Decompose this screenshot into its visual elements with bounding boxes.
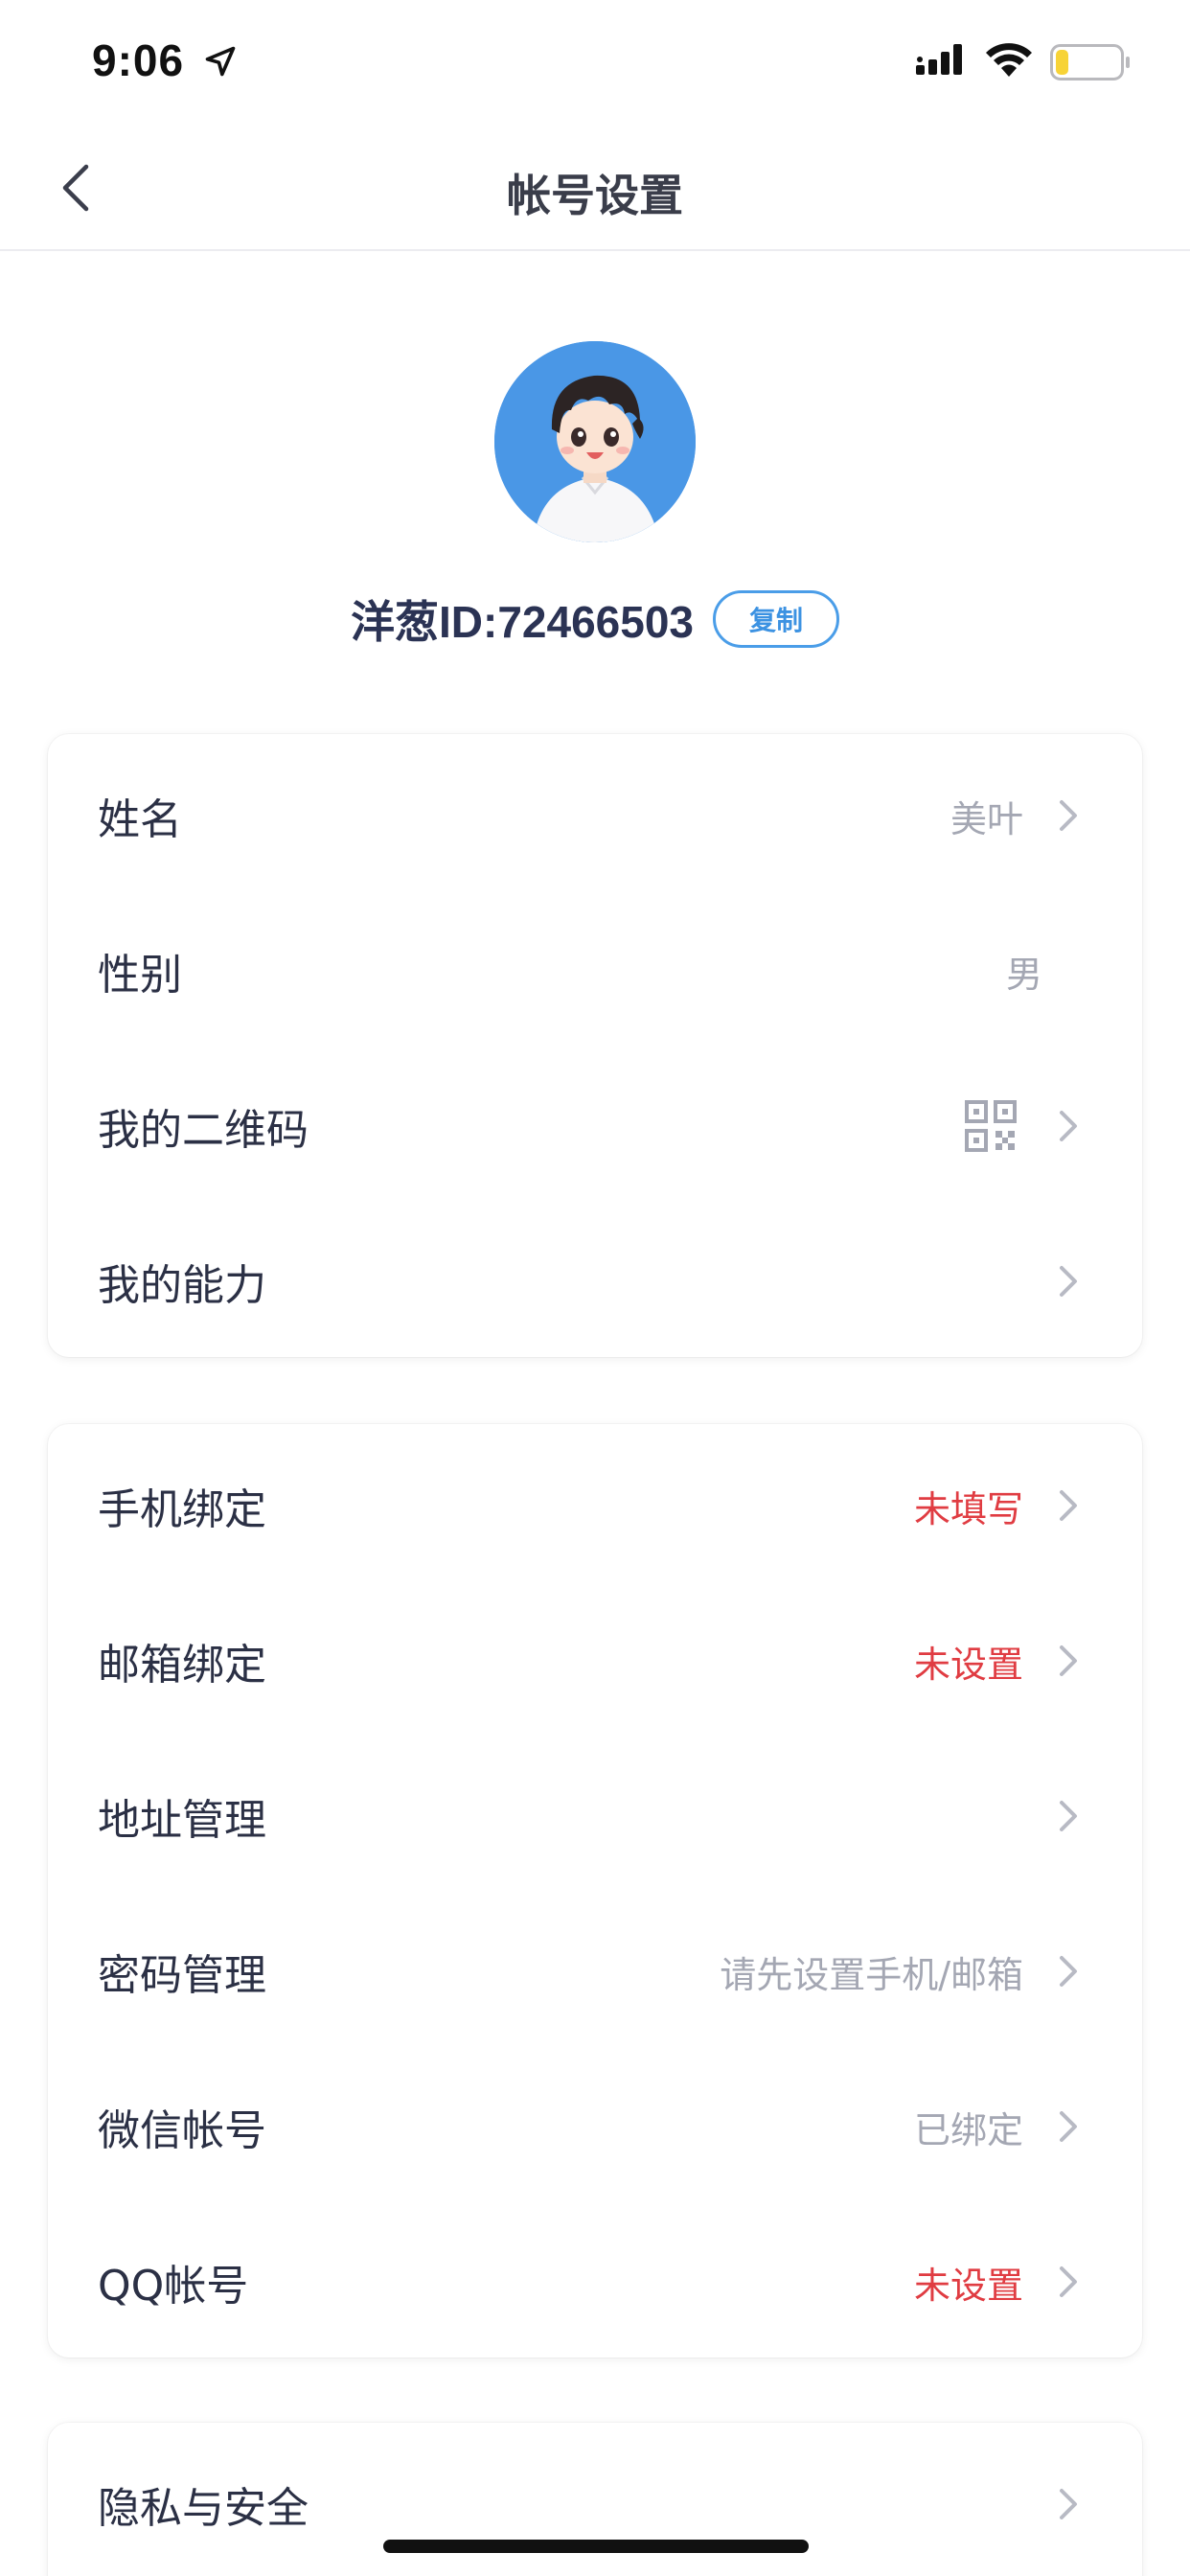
row-label: 性别 — [98, 951, 182, 1000]
chevron-right-icon — [1060, 2489, 1077, 2519]
chevron-right-icon — [1060, 1801, 1077, 1831]
wifi-icon — [986, 43, 1032, 77]
copy-button[interactable]: 复制 — [712, 590, 839, 648]
status-bar: 9:06 — [0, 0, 1190, 126]
row-label: 手机绑定 — [98, 1485, 266, 1534]
row-address-management[interactable]: 地址管理 — [48, 1738, 1142, 1894]
row-label: 我的二维码 — [98, 1106, 309, 1155]
row-label: 隐私与安全 — [98, 2484, 309, 2533]
user-id-row: 洋葱ID:72466503 复制 — [0, 583, 1190, 656]
profile-settings-card: 姓名 美叶 性别 男 我的二维码 我的能力 — [48, 734, 1142, 1357]
cartoon-avatar-image — [494, 341, 696, 542]
qr-code-icon — [965, 1100, 1017, 1152]
row-my-abilities[interactable]: 我的能力 — [48, 1204, 1142, 1357]
row-label: QQ帐号 — [98, 2262, 249, 2311]
row-label: 姓名 — [98, 795, 182, 844]
row-value: 请先设置手机/邮箱 — [720, 1953, 1023, 1996]
row-label: 我的能力 — [98, 1261, 266, 1310]
row-gender[interactable]: 性别 男 — [48, 893, 1142, 1048]
row-value: 未设置 — [913, 1643, 1023, 1686]
page-title: 帐号设置 — [507, 170, 683, 221]
row-password-management[interactable]: 密码管理 请先设置手机/邮箱 — [48, 1894, 1142, 2049]
chevron-right-icon — [1060, 1645, 1077, 1676]
privacy-card: 隐私与安全 — [48, 2423, 1142, 2576]
status-time: 9:06 — [92, 35, 185, 85]
row-name[interactable]: 姓名 美叶 — [48, 738, 1142, 893]
row-wechat-account[interactable]: 微信帐号 已绑定 — [48, 2049, 1142, 2204]
chevron-right-icon — [1060, 2266, 1077, 2297]
account-binding-card: 手机绑定 未填写 邮箱绑定 未设置 地址管理 密码管理 请先设置手机/邮箱 微信… — [48, 1424, 1142, 2358]
row-label: 密码管理 — [98, 1951, 266, 2000]
chevron-right-icon — [1060, 1490, 1077, 1521]
row-label: 微信帐号 — [98, 2106, 266, 2155]
row-value: 男 — [1005, 953, 1042, 996]
row-privacy-security[interactable]: 隐私与安全 — [48, 2426, 1142, 2576]
row-email-binding[interactable]: 邮箱绑定 未设置 — [48, 1583, 1142, 1738]
chevron-right-icon — [1060, 1956, 1077, 1987]
chevron-right-icon — [1060, 800, 1077, 831]
battery-icon — [1050, 44, 1130, 80]
navigation-bar: 帐号设置 — [0, 126, 1190, 251]
row-value: 未填写 — [913, 1487, 1023, 1530]
row-label: 邮箱绑定 — [98, 1641, 266, 1690]
home-indicator — [383, 2540, 809, 2553]
row-phone-binding[interactable]: 手机绑定 未填写 — [48, 1428, 1142, 1583]
chevron-right-icon — [1060, 1266, 1077, 1297]
row-value: 美叶 — [950, 797, 1023, 840]
row-value: 已绑定 — [913, 2108, 1023, 2151]
avatar[interactable] — [494, 341, 696, 542]
cellular-signal-icon — [916, 44, 962, 75]
chevron-right-icon — [1060, 1111, 1077, 1141]
row-qq-account[interactable]: QQ帐号 未设置 — [48, 2204, 1142, 2358]
row-qr-code[interactable]: 我的二维码 — [48, 1048, 1142, 1204]
chevron-right-icon — [1060, 2111, 1077, 2142]
row-value: 未设置 — [913, 2264, 1023, 2307]
user-id-text: 洋葱ID:72466503 — [351, 597, 694, 647]
location-arrow-icon — [205, 46, 236, 77]
row-label: 地址管理 — [98, 1796, 266, 1845]
